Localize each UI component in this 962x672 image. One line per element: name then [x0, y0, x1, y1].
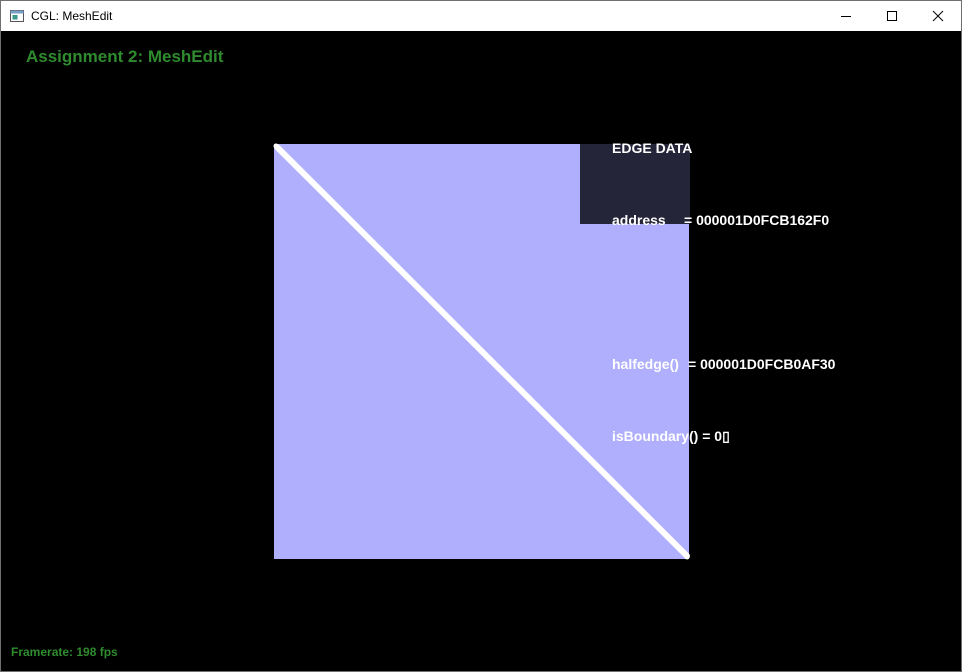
window-title: CGL: MeshEdit	[31, 9, 113, 23]
halfedge-row: halfedge() = 000001D0FCB0AF30	[612, 352, 835, 376]
boundary-label: isBoundary()	[612, 428, 699, 444]
maximize-icon	[887, 11, 897, 21]
title-bar[interactable]: CGL: MeshEdit	[1, 1, 961, 31]
maximize-button[interactable]	[869, 1, 915, 31]
boundary-value: = 0▯	[702, 428, 730, 444]
edge-data-heading: EDGE DATA	[612, 140, 693, 156]
address-label: address	[612, 212, 666, 228]
boundary-row: isBoundary() = 0▯	[612, 424, 835, 448]
framerate-display: Framerate: 198 fps	[11, 645, 118, 659]
close-button[interactable]	[915, 1, 961, 31]
vertex-top-left[interactable]	[273, 143, 279, 149]
app-window: CGL: MeshEdit Assignment 2: MeshEdit EDG…	[0, 0, 962, 672]
address-value: = 000001D0FCB162F0	[684, 212, 830, 228]
app-icon	[10, 10, 24, 22]
edge-data-panel: EDGE DATA address = 000001D0FCB162F0 half…	[612, 88, 835, 496]
address-row: address = 000001D0FCB162F0	[612, 208, 835, 232]
halfedge-label: halfedge()	[612, 356, 679, 372]
close-icon	[932, 10, 944, 22]
minimize-icon	[841, 16, 851, 17]
mesh-viewport[interactable]: Assignment 2: MeshEdit EDGE DATA address…	[1, 31, 961, 671]
edge-midpoint	[479, 349, 483, 353]
halfedge-value: = 000001D0FCB0AF30	[688, 356, 836, 372]
minimize-button[interactable]	[823, 1, 869, 31]
vertex-bottom-right[interactable]	[684, 554, 690, 560]
